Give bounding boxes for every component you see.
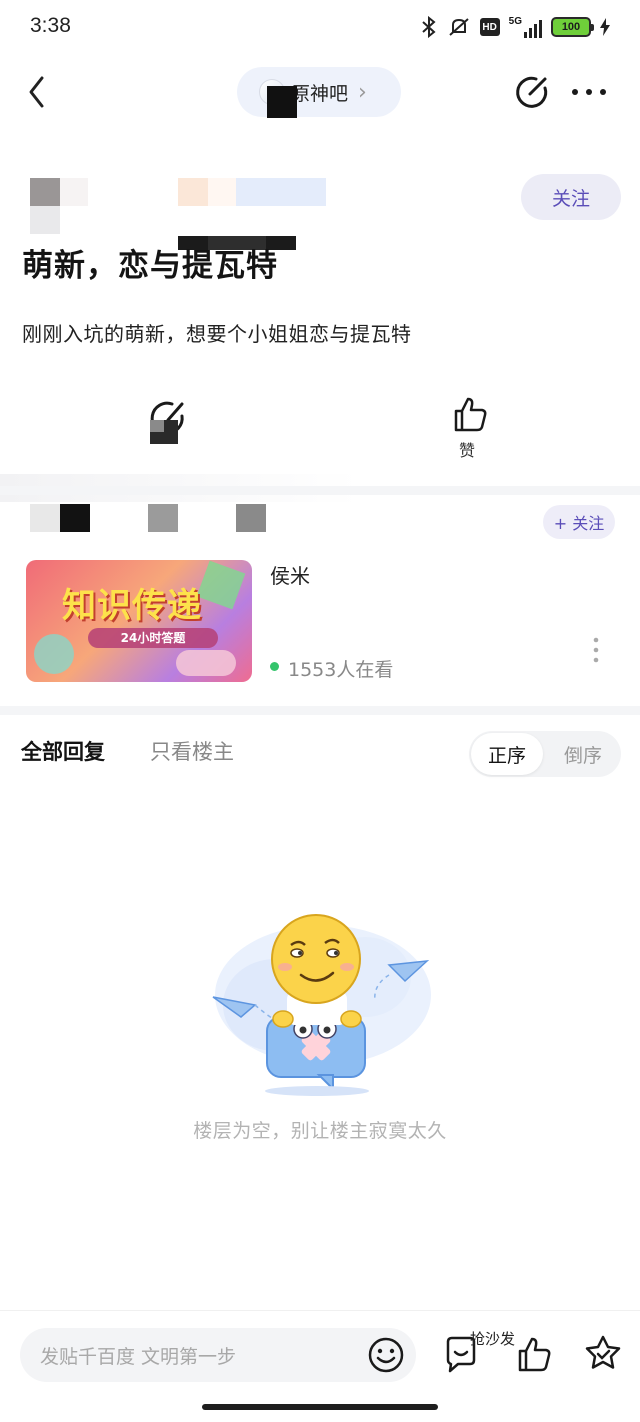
section-divider — [0, 486, 640, 495]
live-watch-count: 1553人在看 — [288, 659, 394, 681]
sofa-label: 抢沙发 — [470, 1330, 516, 1348]
section-divider-2 — [0, 706, 640, 715]
chevron-left-icon[interactable] — [24, 72, 54, 112]
more-vertical-icon[interactable] — [592, 636, 600, 664]
live-name[interactable]: 侯米 — [270, 560, 310, 589]
live-status-dot — [270, 662, 279, 671]
author-mosaic — [30, 178, 326, 206]
more-icon[interactable] — [569, 80, 609, 104]
thumbs-up-icon[interactable] — [515, 1334, 553, 1374]
empty-state-text: 楼层为空，别让楼主寂寞太久 — [193, 1120, 447, 1142]
home-indicator — [202, 1404, 438, 1410]
emoji-icon[interactable] — [367, 1336, 405, 1374]
battery-icon: 100 — [551, 17, 594, 37]
live-banner-title: 知识传递 — [62, 587, 202, 625]
author-mosaic-2 — [30, 206, 88, 234]
post-title: 萌新，恋与提瓦特 — [22, 248, 278, 284]
sort-desc-button[interactable]: 倒序 — [547, 733, 619, 775]
like-label: 赞 — [459, 441, 476, 460]
post-body: 刚刚入坑的萌新，想要个小姐姐恋与提瓦特 — [22, 322, 412, 346]
live-banner-subtitle: 24小时答题 — [88, 628, 218, 648]
live-thumbnail[interactable]: 知识传递 24小时答题 — [26, 560, 252, 682]
redaction-block — [267, 86, 297, 118]
live-author-mosaic — [30, 504, 266, 532]
charging-icon — [600, 18, 610, 36]
hd-icon: HD — [479, 18, 500, 36]
empty-state-illustration — [212, 914, 431, 1096]
follow-button[interactable]: 关注 — [521, 174, 621, 220]
signal-icon: 5G — [509, 16, 542, 38]
share-icon[interactable] — [146, 398, 188, 446]
status-time: 3:38 — [30, 14, 71, 37]
reply-input[interactable]: 发贴千百度 文明第一步 — [20, 1328, 416, 1382]
status-icons: HD 5G 100 — [420, 14, 610, 40]
forum-link[interactable]: 原神吧 › — [237, 67, 401, 117]
sort-asc-button[interactable]: 正序 — [471, 733, 543, 775]
edit-icon[interactable] — [514, 74, 550, 110]
tab-all-replies[interactable]: 全部回复 — [21, 736, 105, 766]
mute-icon — [448, 18, 469, 36]
thumbs-up-icon[interactable] — [450, 394, 490, 434]
chevron-right-icon: › — [358, 79, 367, 105]
bluetooth-icon — [421, 16, 436, 38]
sort-toggle: 正序 倒序 — [469, 731, 621, 777]
forum-name: 原神吧 — [291, 82, 349, 105]
tab-op-only[interactable]: 只看楼主 — [150, 736, 234, 766]
star-icon[interactable] — [583, 1333, 623, 1373]
live-follow-button[interactable]: + 关注 — [543, 505, 615, 539]
